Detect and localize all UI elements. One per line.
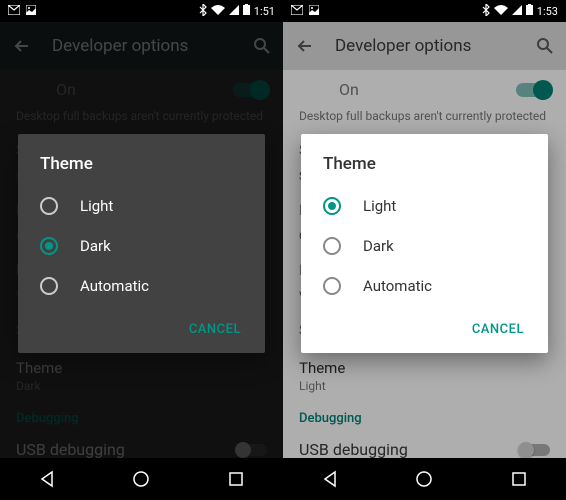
phone-light: 1:53 Developer options On Desktop full b…: [283, 0, 566, 500]
gmail-icon: [291, 5, 303, 18]
image-icon: [309, 5, 319, 18]
wifi-icon: [211, 5, 225, 18]
theme-option-light[interactable]: Light: [301, 186, 548, 226]
dialog-title: Theme: [301, 154, 548, 186]
radio-label: Automatic: [363, 277, 432, 295]
theme-dialog: Theme Light Dark Automatic CANCEL: [18, 134, 265, 353]
status-bar: 1:51: [0, 0, 283, 22]
battery-icon: [243, 4, 250, 18]
radio-label: Automatic: [80, 277, 149, 295]
cancel-button[interactable]: CANCEL: [177, 314, 253, 345]
signal-icon: [512, 5, 522, 18]
theme-option-dark[interactable]: Dark: [18, 226, 265, 266]
nav-recent-icon[interactable]: [489, 458, 549, 500]
gmail-icon: [8, 5, 20, 18]
nav-home-icon[interactable]: [394, 458, 454, 500]
radio-label: Dark: [80, 237, 111, 255]
theme-option-automatic[interactable]: Automatic: [301, 266, 548, 306]
radio-icon: [323, 237, 341, 255]
bluetooth-icon: [482, 4, 490, 19]
nav-back-icon[interactable]: [300, 458, 360, 500]
theme-option-dark[interactable]: Dark: [301, 226, 548, 266]
status-bar: 1:53: [283, 0, 566, 22]
theme-dialog: Theme Light Dark Automatic CANCEL: [301, 134, 548, 353]
dialog-title: Theme: [18, 154, 265, 186]
nav-recent-icon[interactable]: [206, 458, 266, 500]
nav-bar: [283, 458, 566, 500]
battery-icon: [526, 4, 533, 18]
nav-home-icon[interactable]: [111, 458, 171, 500]
radio-icon: [40, 277, 58, 295]
radio-label: Dark: [363, 237, 394, 255]
radio-icon: [323, 197, 341, 215]
theme-option-automatic[interactable]: Automatic: [18, 266, 265, 306]
radio-label: Light: [363, 197, 396, 215]
nav-back-icon[interactable]: [17, 458, 77, 500]
status-time: 1:53: [537, 5, 558, 18]
radio-label: Light: [80, 197, 113, 215]
status-time: 1:51: [254, 5, 275, 18]
signal-icon: [229, 5, 239, 18]
cancel-button[interactable]: CANCEL: [460, 314, 536, 345]
radio-icon: [323, 277, 341, 295]
wifi-icon: [494, 5, 508, 18]
radio-icon: [40, 197, 58, 215]
theme-option-light[interactable]: Light: [18, 186, 265, 226]
image-icon: [26, 5, 36, 18]
bluetooth-icon: [199, 4, 207, 19]
phone-dark: 1:51 Developer options On Desktop full b…: [0, 0, 283, 500]
nav-bar: [0, 458, 283, 500]
radio-icon: [40, 237, 58, 255]
